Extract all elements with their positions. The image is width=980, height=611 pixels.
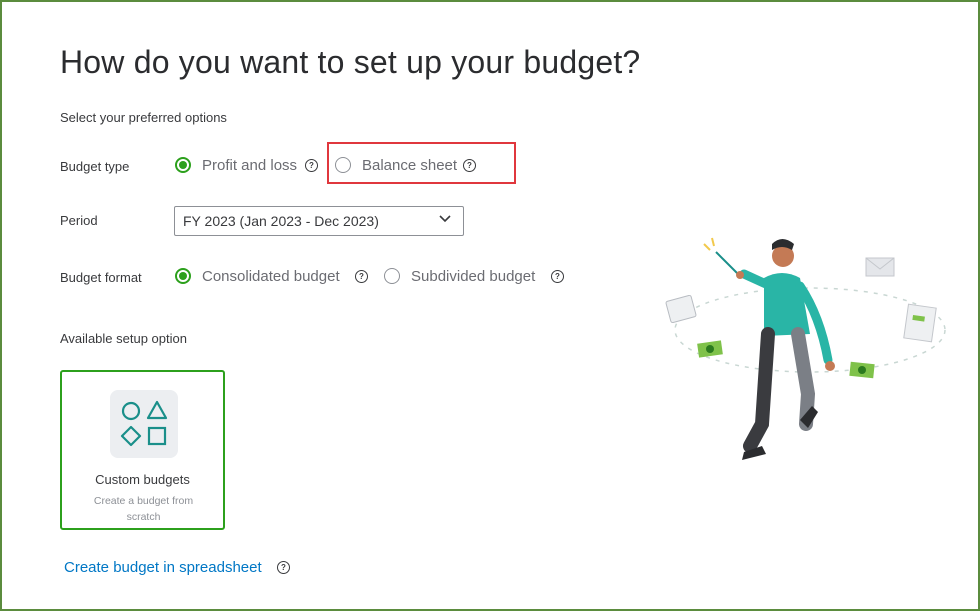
custom-budgets-description: Create a budget from scratch [93, 495, 194, 523]
period-dropdown[interactable]: FY 2023 (Jan 2023 - Dec 2023) [174, 206, 464, 236]
budget-type-label: Budget type [60, 159, 130, 174]
subdivided-budget-help-icon[interactable]: ? [551, 270, 564, 283]
person-figure [703, 237, 835, 460]
subdivided-budget-radio[interactable] [384, 268, 400, 284]
page-title: How do you want to set up your budget? [60, 44, 641, 80]
consolidated-budget-radio[interactable] [175, 268, 191, 284]
page-subtitle: Select your preferred options [60, 110, 227, 125]
envelope-icon [865, 257, 895, 277]
period-label: Period [60, 213, 98, 228]
profit-and-loss-radio[interactable] [175, 157, 191, 173]
profit-and-loss-help-icon[interactable]: ? [305, 159, 318, 172]
calendar-icon [665, 294, 697, 324]
spreadsheet-help-icon[interactable]: ? [277, 561, 290, 574]
period-dropdown-value: FY 2023 (Jan 2023 - Dec 2023) [183, 213, 379, 229]
consolidated-budget-help-icon[interactable]: ? [355, 270, 368, 283]
budget-format-label: Budget format [60, 270, 142, 285]
budget-illustration [665, 237, 946, 460]
balance-sheet-highlight-box [327, 142, 516, 184]
shapes-icon [110, 390, 178, 458]
custom-budgets-card[interactable]: Custom budgets Create a budget from scra… [60, 370, 225, 530]
subdivided-budget-label[interactable]: Subdivided budget [411, 268, 535, 285]
custom-budgets-title: Custom budgets [95, 472, 190, 487]
profit-and-loss-label[interactable]: Profit and loss [202, 157, 297, 174]
document-icon [903, 303, 937, 343]
consolidated-budget-label[interactable]: Consolidated budget [202, 268, 340, 285]
setup-option-label: Available setup option [60, 331, 187, 346]
create-budget-in-spreadsheet-link[interactable]: Create budget in spreadsheet [64, 559, 262, 576]
cash-icon [697, 340, 875, 379]
chevron-down-icon [439, 215, 451, 223]
